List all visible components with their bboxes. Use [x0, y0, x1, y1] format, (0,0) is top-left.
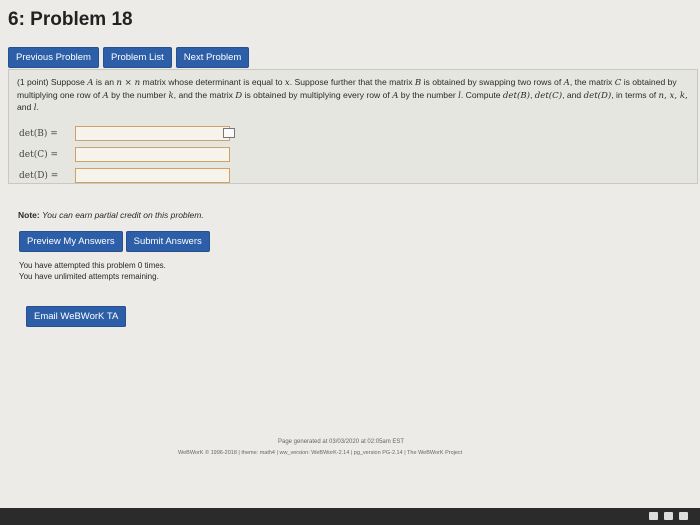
math-d: D — [235, 90, 243, 101]
points: (1 point) — [17, 77, 49, 87]
math-vars: n, x, k, — [658, 90, 688, 101]
partial-credit-note: Note: You can earn partial credit on thi… — [18, 210, 204, 220]
answer-actions: Preview My Answers Submit Answers — [19, 231, 210, 252]
det-d-label: det(D) = — [19, 170, 59, 181]
wifi-icon[interactable] — [664, 512, 673, 520]
text: . — [36, 102, 39, 112]
answer-row-det-c: det(C) = — [19, 145, 230, 164]
text: , in terms of — [611, 89, 657, 100]
text: . Suppose further that the matrix — [289, 77, 413, 87]
text: by the number — [111, 89, 167, 100]
text: Suppose — [50, 77, 85, 87]
text: matrix whose determinant is equal to — [142, 77, 283, 87]
det-b-input[interactable] — [75, 126, 230, 141]
text: is obtained by swapping two rows of — [423, 77, 562, 87]
text: by the number — [400, 89, 456, 100]
det-c-label: det(C) = — [19, 149, 59, 160]
math-a: A — [102, 90, 109, 101]
next-problem-button[interactable]: Next Problem — [175, 47, 250, 68]
attempts-info: You have attempted this problem 0 times.… — [19, 260, 166, 282]
text: , the matrix — [569, 77, 613, 87]
math-b: B — [414, 78, 422, 88]
note-label: Note: — [18, 210, 40, 220]
text: , and the matrix — [173, 89, 233, 100]
text: . Compute — [460, 89, 501, 100]
email-ta-button[interactable]: Email WeBWorK TA — [26, 306, 127, 327]
det-c-input[interactable] — [75, 147, 230, 162]
math-det-c: det(C) — [534, 90, 563, 101]
note-text: You can earn partial credit on this prob… — [42, 210, 204, 220]
text: and — [17, 102, 32, 112]
problem-list-button[interactable]: Problem List — [102, 47, 172, 68]
page-title: 6: Problem 18 — [8, 9, 133, 30]
attempts-remaining: You have unlimited attempts remaining. — [19, 272, 159, 281]
taskbar — [0, 508, 700, 525]
tray-icons — [649, 512, 688, 520]
equation-editor-icon[interactable] — [223, 128, 235, 138]
previous-problem-button[interactable]: Previous Problem — [8, 47, 99, 68]
math-det-d: det(D) — [583, 90, 612, 101]
text: is obtained by multiplying every row of — [244, 89, 390, 100]
text: , and — [562, 89, 582, 100]
problem-box: (1 point) Suppose A is an n × n matrix w… — [8, 69, 698, 184]
page-generated-text: Page generated at 03/03/2020 at 02:05am … — [278, 439, 405, 445]
math-det-b: det(B) — [502, 90, 530, 101]
math-a: A — [87, 78, 94, 88]
problem-statement: (1 point) Suppose A is an n × n matrix w… — [17, 77, 688, 113]
attempts-count: You have attempted this problem 0 times. — [19, 261, 166, 270]
email-section: Email WeBWorK TA — [26, 306, 127, 327]
math-a: A — [392, 90, 399, 101]
submit-answers-button[interactable]: Submit Answers — [125, 231, 210, 252]
copyright-footer: WeBWorK © 1996-2018 | theme: math4 | ww_… — [178, 450, 463, 456]
math-c: C — [614, 78, 622, 88]
det-d-input[interactable] — [75, 168, 230, 183]
answer-fields: det(B) = det(C) = det(D) = — [19, 124, 235, 187]
det-b-label: det(B) = — [19, 128, 58, 139]
answer-row-det-d: det(D) = — [19, 166, 230, 185]
math-n: n × n — [116, 78, 141, 88]
volume-icon[interactable] — [679, 512, 688, 520]
battery-icon[interactable] — [649, 512, 658, 520]
answer-row-det-b: det(B) = — [19, 124, 235, 143]
problem-navigation: Previous Problem Problem List Next Probl… — [8, 47, 250, 68]
text: is an — [95, 77, 115, 87]
preview-answers-button[interactable]: Preview My Answers — [19, 231, 123, 252]
